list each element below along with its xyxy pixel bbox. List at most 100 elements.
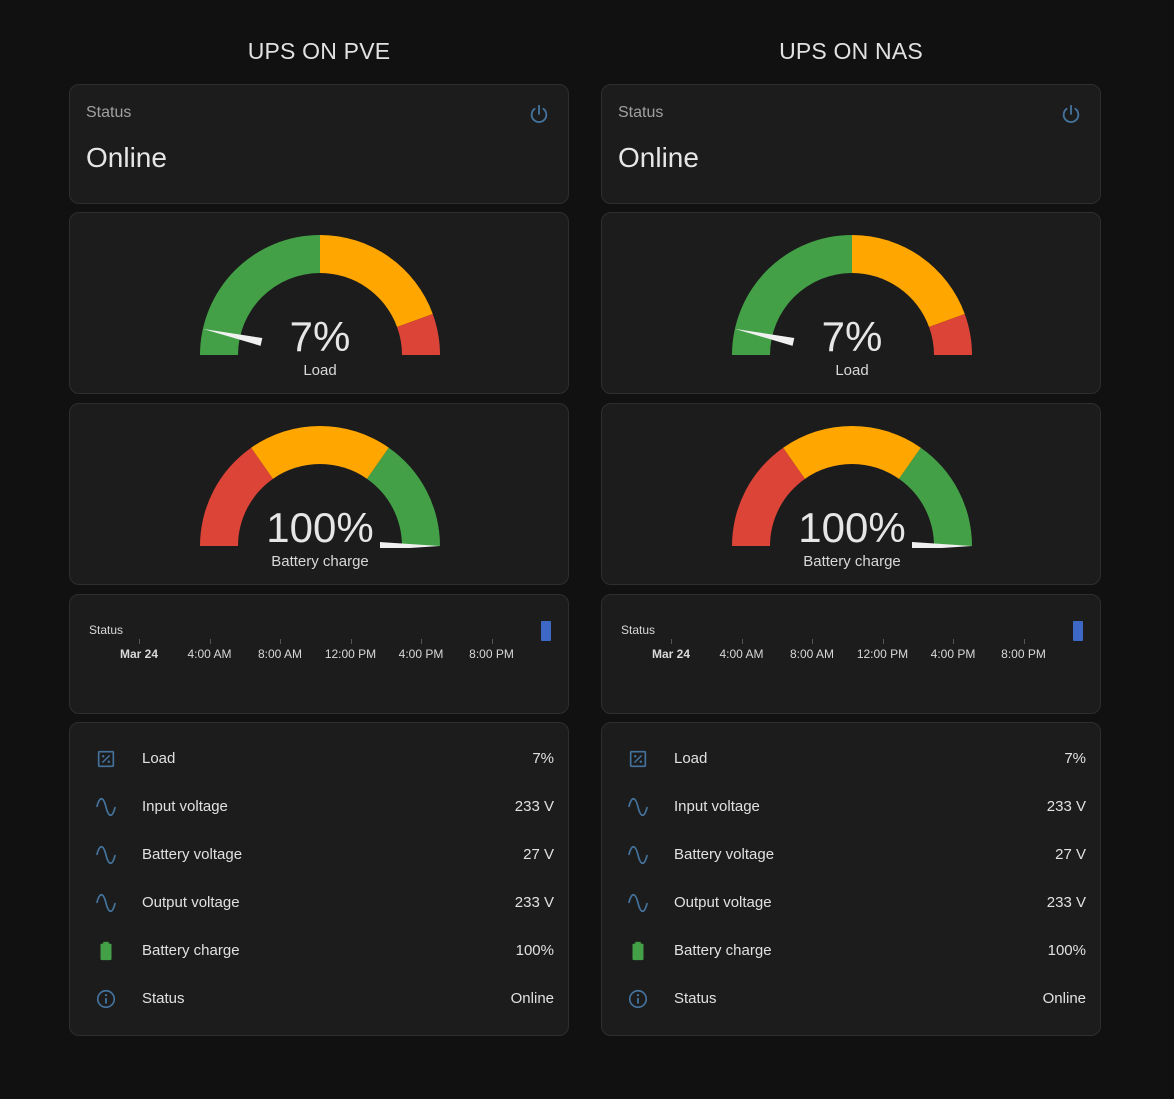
entity-row[interactable]: Battery charge 100% [70,927,570,975]
axis-tick-label: 8:00 PM [1001,647,1046,661]
history-axis: Mar 24 4:00 AM 8:00 AM 12:00 PM 4:00 PM 8:00 … [70,639,570,669]
axis-tick-label: 8:00 PM [469,647,514,661]
status-card[interactable]: Status Online [69,84,569,204]
sine-wave-icon [628,797,648,817]
sine-wave-icon [96,893,116,913]
entity-row[interactable]: Input voltage 233 V [602,783,1102,831]
entity-name: Battery charge [142,942,240,959]
percent-box-icon [629,750,647,768]
axis-tick [280,639,281,644]
entity-name: Input voltage [142,798,228,815]
entity-name: Output voltage [674,894,772,911]
axis-tick [953,639,954,644]
battery-gauge-card[interactable]: 100% Battery charge [69,403,569,585]
load-gauge-value: 7% [821,313,883,360]
history-axis: Mar 24 4:00 AM 8:00 AM 12:00 PM 4:00 PM 8:00 … [602,639,1102,669]
entity-value: 27 V [1055,846,1086,863]
axis-tick [350,639,352,644]
entity-row[interactable]: Battery voltage 27 V [602,831,1102,879]
entity-row[interactable]: Output voltage 233 V [70,879,570,927]
battery-icon [632,941,644,961]
gauge-segment [783,426,921,479]
axis-tick [671,639,672,644]
axis-tick [882,639,884,644]
battery-gauge-name: Battery charge [803,553,901,570]
info-icon [96,989,116,1009]
axis-tick-label: 8:00 AM [257,647,303,661]
entity-value: 7% [1064,750,1086,767]
entities-card: Load 7% Input voltage 233 V Battery voltage 2… [601,722,1101,1036]
entities-card: Load 7% Input voltage 233 V Battery voltage 2… [69,722,569,1036]
entity-value: Online [510,990,554,1007]
info-icon [628,989,648,1009]
entity-value: Online [1042,990,1086,1007]
axis-tick [491,639,493,644]
battery-icon [100,941,112,961]
load-gauge-card[interactable]: 7% Load [601,212,1101,394]
entity-value: 233 V [514,798,554,815]
axis-tick-label: 12:00 PM [324,647,377,661]
axis-tick-label: 4:00 AM [187,647,232,661]
axis-tick-label: Mar 24 [119,647,159,661]
history-timeline-bar[interactable] [1073,621,1083,641]
status-history-card[interactable]: Status Mar 24 4:00 AM 8:00 AM 12:00 PM 4:00 … [69,594,569,714]
status-card-label: Status [86,104,132,121]
load-gauge-card[interactable]: 7% Load [69,212,569,394]
entity-row[interactable]: Battery charge 100% [602,927,1102,975]
entity-value: 100% [515,942,554,959]
axis-tick [1023,639,1025,644]
status-card-value: Online [618,142,699,173]
history-label: Status [621,623,656,637]
battery-gauge-value: 100% [798,504,906,551]
axis-tick-label: 4:00 AM [719,647,764,661]
column-title: UPS ON PVE [247,38,391,64]
entity-row[interactable]: Battery voltage 27 V [70,831,570,879]
gauge-segment [251,426,389,479]
entity-name: Status [674,990,717,1007]
entity-row[interactable]: Load 7% [602,735,1102,783]
sine-wave-icon [628,845,648,865]
entity-name: Load [142,750,176,767]
axis-tick [421,639,422,644]
axis-tick [139,639,140,644]
entity-name: Input voltage [674,798,760,815]
axis-tick-label: Mar 24 [651,647,691,661]
axis-tick [209,639,211,644]
percent-box-icon [97,750,115,768]
load-gauge-name: Load [835,362,869,379]
battery-gauge-value: 100% [266,504,374,551]
entity-value: 233 V [1046,894,1086,911]
entity-name: Battery voltage [142,846,243,863]
sine-wave-icon [96,845,116,865]
sine-wave-icon [96,797,116,817]
power-icon [530,104,548,123]
entity-name: Output voltage [142,894,240,911]
entity-value: 233 V [1046,798,1086,815]
axis-tick [741,639,743,644]
entity-row[interactable]: Load 7% [70,735,570,783]
entity-row[interactable]: Output voltage 233 V [602,879,1102,927]
status-history-card[interactable]: Status Mar 24 4:00 AM 8:00 AM 12:00 PM 4:00 … [601,594,1101,714]
column-title: UPS ON NAS [779,38,923,64]
status-card-value: Online [86,142,167,173]
axis-tick-label: 4:00 PM [930,647,976,661]
entity-row[interactable]: Input voltage 233 V [70,783,570,831]
entity-row[interactable]: Status Online [70,975,570,1023]
status-card-label: Status [618,104,664,121]
entity-row[interactable]: Status Online [602,975,1102,1023]
entity-name: Battery charge [674,942,772,959]
entity-value: 100% [1047,942,1086,959]
status-card[interactable]: Status Online [601,84,1101,204]
axis-tick-label: 4:00 PM [398,647,444,661]
axis-tick-label: 12:00 PM [856,647,909,661]
power-icon [1062,104,1080,123]
axis-tick [812,639,813,644]
battery-gauge-card[interactable]: 100% Battery charge [601,403,1101,585]
entity-value: 7% [532,750,554,767]
load-gauge-name: Load [303,362,337,379]
history-timeline-bar[interactable] [541,621,551,641]
entity-value: 233 V [514,894,554,911]
entity-name: Battery voltage [674,846,775,863]
battery-gauge-name: Battery charge [271,553,369,570]
axis-tick-label: 8:00 AM [789,647,835,661]
